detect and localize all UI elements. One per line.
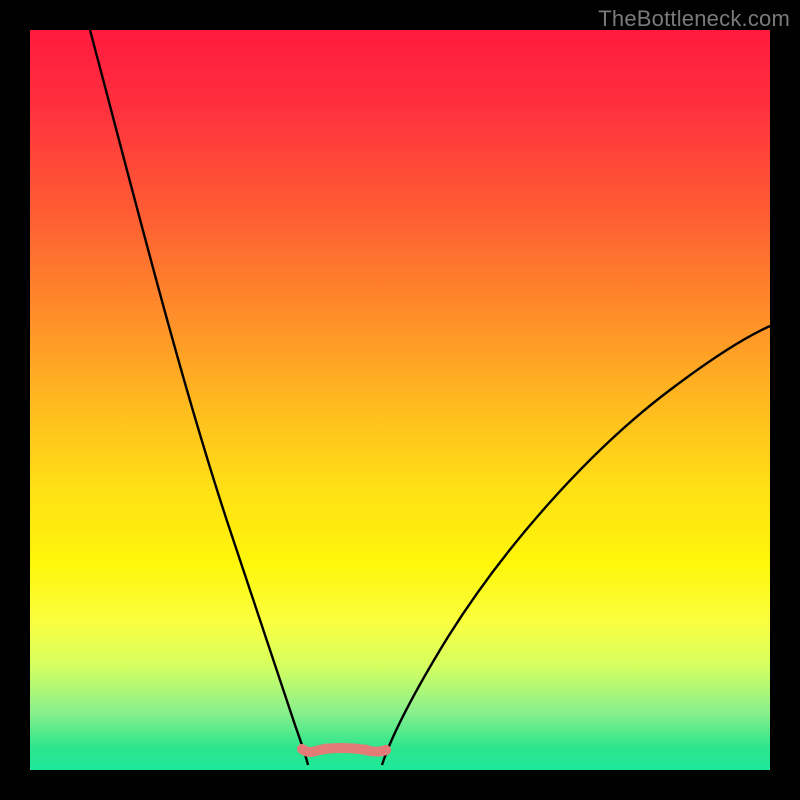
bump-dot-1 [322,744,331,753]
bump-dot-2 [342,744,351,753]
curve-layer [30,30,770,770]
watermark-text: TheBottleneck.com [598,6,790,32]
curve-left [90,30,308,765]
bump-dot-3 [362,745,371,754]
chart-frame: TheBottleneck.com [0,0,800,800]
bump-end-right [381,745,391,755]
curve-right [382,326,770,765]
plot-area [30,30,770,770]
bump-end-left [297,744,307,754]
